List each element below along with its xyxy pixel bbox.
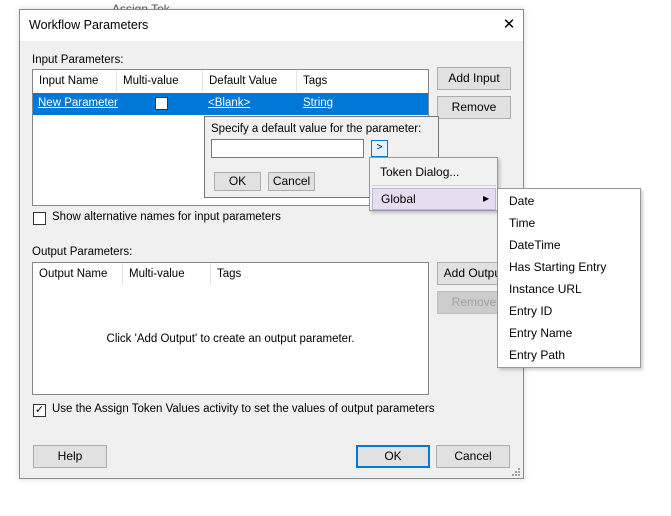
column-header-default-value[interactable]: Default Value — [203, 70, 297, 92]
column-header-output-name[interactable]: Output Name — [33, 263, 123, 285]
help-button[interactable]: Help — [33, 445, 107, 468]
assign-token-label: Use the Assign Token Values activity to … — [52, 403, 435, 415]
tags-link[interactable]: String — [303, 97, 333, 109]
submenu-item-entry-path[interactable]: Entry Path — [499, 344, 639, 366]
dialog-title: Workflow Parameters — [29, 18, 149, 32]
input-parameters-label: Input Parameters: — [32, 54, 124, 66]
submenu-item-time[interactable]: Time — [499, 212, 639, 234]
multi-value-checkbox[interactable] — [155, 97, 168, 110]
empty-output-message: Click 'Add Output' to create an output p… — [106, 333, 355, 345]
submenu-item-instance-url[interactable]: Instance URL — [499, 278, 639, 300]
submenu-item-datetime[interactable]: DateTime — [499, 234, 639, 256]
default-value-link[interactable]: <Blank> — [208, 97, 250, 109]
cancel-button[interactable]: Cancel — [436, 445, 510, 468]
workflow-parameters-dialog: Workflow Parameters ✕ Input Parameters: … — [19, 9, 524, 479]
column-header-multi-value[interactable]: Multi-value — [117, 70, 203, 92]
default-value-prompt: Specify a default value for the paramete… — [211, 123, 422, 135]
output-parameters-label: Output Parameters: — [32, 246, 133, 258]
submenu-item-entry-id[interactable]: Entry ID — [499, 300, 639, 322]
table-row[interactable]: New Parameter <Blank> String — [33, 93, 428, 115]
show-alternative-names-label: Show alternative names for input paramet… — [52, 211, 281, 223]
close-icon[interactable]: ✕ — [497, 13, 521, 37]
menu-item-token-dialog[interactable]: Token Dialog... — [372, 161, 496, 183]
assign-token-checkbox[interactable]: ✓ — [33, 404, 46, 417]
resize-grip-icon[interactable] — [509, 465, 521, 477]
remove-input-button[interactable]: Remove — [437, 96, 511, 119]
popup-cancel-button[interactable]: Cancel — [268, 172, 315, 191]
menu-item-global[interactable]: Global ▶ — [372, 188, 496, 210]
add-input-button[interactable]: Add Input — [437, 67, 511, 90]
title-bar: Workflow Parameters ✕ — [20, 10, 523, 41]
show-alternative-names-checkbox[interactable] — [33, 212, 46, 225]
output-parameters-grid[interactable]: Output Name Multi-value Tags Click 'Add … — [32, 262, 429, 395]
global-submenu: Date Time DateTime Has Starting Entry In… — [497, 188, 641, 368]
column-header-tags[interactable]: Tags — [211, 263, 428, 285]
default-value-input[interactable] — [211, 139, 364, 158]
submenu-arrow-icon: ▶ — [483, 194, 490, 203]
ok-button[interactable]: OK — [356, 445, 430, 468]
column-header-tags[interactable]: Tags — [297, 70, 428, 92]
submenu-item-date[interactable]: Date — [499, 190, 639, 212]
token-context-menu: Token Dialog... Global ▶ — [369, 157, 498, 211]
column-header-multi-value[interactable]: Multi-value — [123, 263, 211, 285]
parameter-name-link[interactable]: New Parameter — [38, 97, 118, 109]
popup-ok-button[interactable]: OK — [214, 172, 261, 191]
submenu-item-entry-name[interactable]: Entry Name — [499, 322, 639, 344]
menu-item-global-label: Global — [381, 192, 416, 206]
token-picker-button[interactable]: > — [371, 140, 388, 157]
menu-separator — [372, 185, 496, 186]
column-header-input-name[interactable]: Input Name — [33, 70, 117, 92]
submenu-item-has-starting-entry[interactable]: Has Starting Entry — [499, 256, 639, 278]
